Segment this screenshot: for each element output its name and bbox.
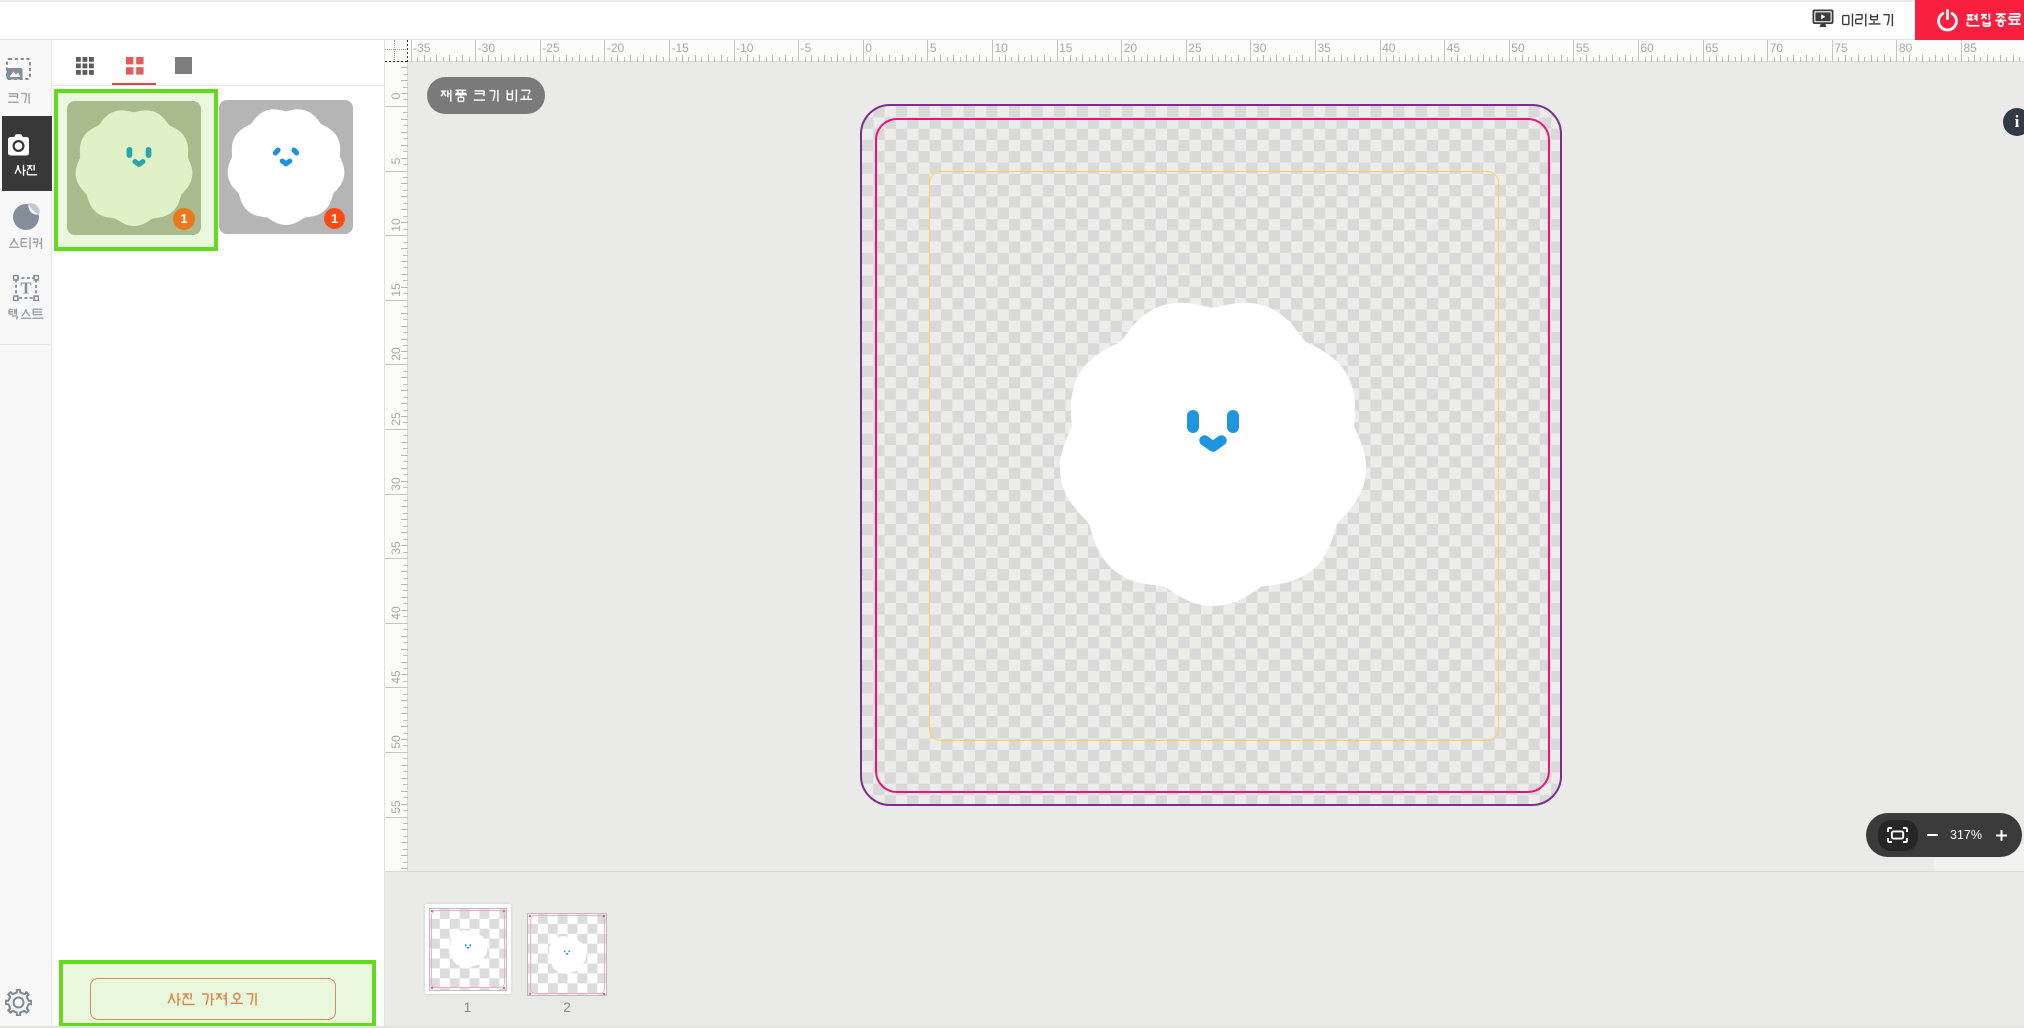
svg-text:T: T [20, 279, 31, 298]
